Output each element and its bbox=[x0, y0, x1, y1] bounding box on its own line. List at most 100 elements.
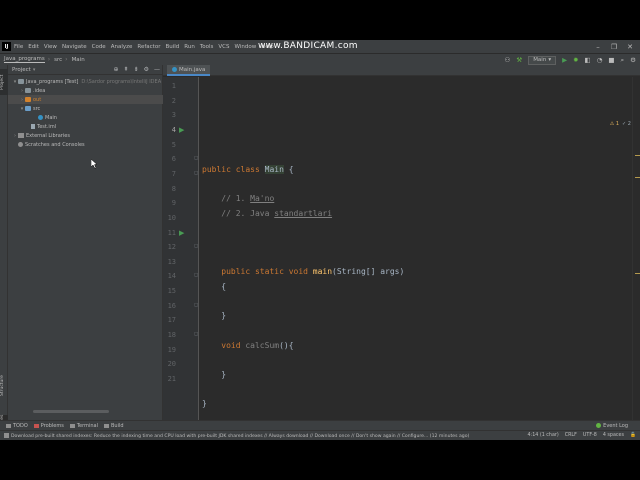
line-number[interactable]: 4 bbox=[163, 126, 176, 134]
source-folder-icon bbox=[25, 106, 31, 111]
profile-icon[interactable]: ◔ bbox=[597, 56, 603, 64]
line-number[interactable]: 1 bbox=[163, 82, 176, 90]
breadcrumb-project[interactable]: Java_programs bbox=[4, 56, 45, 63]
line-number[interactable]: 19 bbox=[163, 346, 176, 354]
fold-icon[interactable]: ◻ bbox=[194, 272, 198, 278]
mouse-cursor-icon bbox=[91, 159, 98, 169]
project-view-selector[interactable]: Project bbox=[12, 67, 31, 73]
menu-code[interactable]: Code bbox=[92, 44, 106, 50]
tree-item-out[interactable]: › out bbox=[8, 95, 163, 104]
line-number[interactable]: 10 bbox=[163, 214, 176, 222]
warning-marker[interactable] bbox=[635, 273, 640, 274]
horizontal-scrollbar[interactable] bbox=[33, 410, 109, 413]
build-tool-button[interactable]: Build bbox=[103, 423, 124, 429]
code-editor[interactable]: public class Main { // 1. Ma'no // 2. Ja… bbox=[200, 77, 632, 420]
menu-run[interactable]: Run bbox=[184, 44, 195, 50]
settings-icon[interactable]: ⚙ bbox=[630, 56, 636, 64]
breadcrumb-main[interactable]: Main bbox=[72, 57, 85, 63]
tree-item-label: .idea bbox=[33, 87, 46, 94]
line-number[interactable]: 20 bbox=[163, 360, 176, 368]
terminal-icon bbox=[69, 423, 75, 428]
line-separator[interactable]: CRLF bbox=[565, 433, 577, 438]
warning-marker[interactable] bbox=[635, 155, 640, 156]
file-encoding[interactable]: UTF-8 bbox=[583, 433, 597, 438]
expand-all-icon[interactable]: ⇟ bbox=[134, 66, 139, 73]
tree-item-external-libraries[interactable]: › External Libraries bbox=[8, 131, 163, 140]
tree-item-label: out bbox=[33, 96, 42, 103]
run-method-icon[interactable]: ▶ bbox=[179, 229, 184, 237]
project-tool-tab[interactable]: Project bbox=[0, 69, 8, 95]
intellij-logo-icon: IJ bbox=[2, 42, 11, 51]
restore-icon[interactable]: ❐ bbox=[606, 43, 622, 51]
run-class-icon[interactable]: ▶ bbox=[179, 126, 184, 134]
collapse-all-icon[interactable]: ⇞ bbox=[124, 66, 129, 73]
inspection-widget[interactable]: ⚠ 1 ✓ 2 bbox=[610, 121, 631, 127]
user-icon[interactable]: ⚇ bbox=[505, 56, 511, 64]
tree-item-idea[interactable]: › .idea bbox=[8, 86, 163, 95]
tree-item-test-iml[interactable]: Test.iml bbox=[8, 122, 163, 131]
todo-tool-button[interactable]: TODO bbox=[6, 423, 28, 429]
line-number[interactable]: 14 bbox=[163, 272, 176, 280]
tree-item-src[interactable]: ▾ src bbox=[8, 104, 163, 113]
tab-main-java[interactable]: Main.java bbox=[167, 65, 211, 76]
fold-icon[interactable]: ◻ bbox=[194, 170, 198, 176]
search-icon[interactable]: ⌕ bbox=[621, 56, 625, 65]
hide-icon[interactable]: — bbox=[154, 66, 160, 73]
tree-item-main[interactable]: Main bbox=[8, 113, 163, 122]
locate-icon[interactable]: ⊕ bbox=[114, 66, 119, 73]
run-config-selector[interactable]: Main ▾ bbox=[528, 55, 557, 65]
editor-right-scrollbar[interactable] bbox=[632, 77, 640, 420]
debug-icon[interactable]: ✹ bbox=[573, 56, 578, 64]
build-hammer-icon[interactable]: ⚒ bbox=[516, 56, 522, 64]
minimize-icon[interactable]: – bbox=[590, 43, 606, 51]
menu-file[interactable]: File bbox=[14, 44, 23, 50]
tree-item-scratches[interactable]: Scratches and Consoles bbox=[8, 140, 163, 149]
line-number[interactable]: 16 bbox=[163, 302, 176, 310]
line-number[interactable]: 2 bbox=[163, 97, 176, 105]
fold-icon[interactable]: ◻ bbox=[194, 155, 198, 161]
run-icon[interactable]: ▶ bbox=[562, 56, 567, 64]
fold-icon[interactable]: ◻ bbox=[194, 331, 198, 337]
tool-window-bar: TODO Problems Terminal Build Event Log bbox=[0, 420, 640, 430]
event-log-button[interactable]: Event Log bbox=[596, 423, 628, 429]
lock-icon[interactable]: 🔓 bbox=[630, 433, 636, 438]
gear-icon[interactable]: ⚙ bbox=[144, 66, 149, 73]
line-number[interactable]: 15 bbox=[163, 287, 176, 295]
problems-tool-button[interactable]: Problems bbox=[33, 423, 64, 429]
warning-marker[interactable] bbox=[635, 177, 640, 178]
line-number[interactable]: 5 bbox=[163, 141, 176, 149]
menu-window[interactable]: Window bbox=[235, 44, 257, 50]
line-number[interactable]: 17 bbox=[163, 316, 176, 324]
line-number[interactable]: 18 bbox=[163, 331, 176, 339]
line-number[interactable]: 13 bbox=[163, 258, 176, 266]
menu-build[interactable]: Build bbox=[165, 44, 179, 50]
menu-edit[interactable]: Edit bbox=[28, 44, 39, 50]
line-number[interactable]: 6 bbox=[163, 155, 176, 163]
close-icon[interactable]: ✕ bbox=[622, 43, 638, 51]
menu-analyze[interactable]: Analyze bbox=[111, 44, 133, 50]
menu-navigate[interactable]: Navigate bbox=[62, 44, 87, 50]
fold-icon[interactable]: ◻ bbox=[194, 243, 198, 249]
line-number[interactable]: 3 bbox=[163, 111, 176, 119]
coverage-icon[interactable]: ◧ bbox=[585, 56, 591, 64]
menu-vcs[interactable]: VCS bbox=[218, 44, 229, 50]
menu-tools[interactable]: Tools bbox=[200, 44, 214, 50]
breadcrumb-src[interactable]: src bbox=[54, 57, 62, 63]
structure-tool-tab[interactable]: Structure bbox=[0, 372, 8, 400]
stop-icon[interactable]: ■ bbox=[608, 56, 614, 64]
line-number[interactable]: 11 bbox=[163, 229, 176, 237]
fold-icon[interactable]: ◻ bbox=[194, 302, 198, 308]
line-number[interactable]: 12 bbox=[163, 243, 176, 251]
menu-refactor[interactable]: Refactor bbox=[137, 44, 160, 50]
chevron-down-icon[interactable]: ▾ bbox=[33, 67, 36, 73]
terminal-tool-button[interactable]: Terminal bbox=[69, 423, 98, 429]
status-message[interactable]: Download pre-built shared indexes: Reduc… bbox=[4, 432, 469, 439]
tree-item-project-root[interactable]: ▾ Java_programs [Test] D:\Sardor program… bbox=[8, 77, 163, 86]
line-number[interactable]: 8 bbox=[163, 185, 176, 193]
line-number[interactable]: 7 bbox=[163, 170, 176, 178]
line-number[interactable]: 21 bbox=[163, 375, 176, 383]
line-number[interactable]: 9 bbox=[163, 199, 176, 207]
caret-position[interactable]: 4:14 (1 char) bbox=[528, 433, 559, 438]
indent-setting[interactable]: 4 spaces bbox=[603, 433, 624, 438]
menu-view[interactable]: View bbox=[44, 44, 57, 50]
